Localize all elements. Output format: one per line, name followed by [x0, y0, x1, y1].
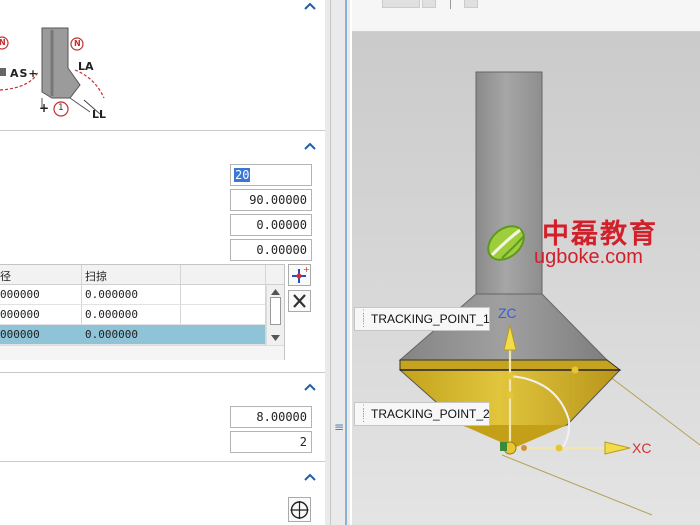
- cell-radius: 000000: [0, 308, 40, 321]
- value-field-4[interactable]: 0.00000: [230, 239, 312, 261]
- axis-label-zc: ZC: [498, 305, 517, 321]
- table-vertical-scrollbar[interactable]: [266, 285, 284, 345]
- value-field-2[interactable]: 90.00000: [230, 189, 312, 211]
- scroll-down-arrow-icon[interactable]: [271, 335, 280, 341]
- table-row[interactable]: 000000 0.000000: [0, 285, 265, 305]
- drag-handle-icon[interactable]: ⋮ ⋮ ⋮: [359, 309, 368, 328]
- n-marker-right: N: [74, 39, 81, 48]
- tip-diameter-field[interactable]: 20: [230, 164, 312, 186]
- section-divider: [0, 130, 325, 131]
- collapse-chevron-up-icon[interactable]: [303, 140, 317, 152]
- splitter-edge: [330, 0, 331, 525]
- table-row-selected[interactable]: 000000 0.000000: [0, 325, 265, 345]
- ll-label: LL: [92, 108, 107, 121]
- add-point-button[interactable]: +: [288, 264, 311, 286]
- axis-label-xc: XC: [632, 440, 652, 456]
- graphics-viewport[interactable]: ⋮ ⋮ ⋮ TRACKING_POINT_1 ⋮ ⋮ ⋮ TRACKING_POINT_…: [352, 0, 700, 525]
- cell-radius: 000000: [0, 328, 40, 341]
- add-point-icon: +: [292, 265, 310, 283]
- cell-radius: 000000: [0, 288, 40, 301]
- collapse-chevron-up-icon[interactable]: [303, 381, 317, 393]
- n-marker-left: N: [0, 38, 6, 47]
- value-field-3[interactable]: 0.00000: [230, 214, 312, 236]
- delete-x-icon: [293, 294, 306, 308]
- tracking-point-1-text: TRACKING_POINT_1: [371, 312, 490, 326]
- la-label: LA: [78, 60, 94, 73]
- section-divider: [0, 372, 325, 373]
- one-marker: 1: [58, 103, 64, 113]
- specify-point-button[interactable]: [288, 497, 311, 522]
- scroll-thumb[interactable]: [270, 297, 281, 325]
- svg-text:+: +: [303, 265, 310, 274]
- table-horizontal-scrollbar[interactable]: [0, 345, 284, 360]
- table-header: 径 扫掠: [0, 265, 284, 285]
- cell-sweep: 0.000000: [85, 288, 138, 301]
- tip-diameter-value: 20: [234, 168, 251, 182]
- section-divider: [0, 461, 325, 462]
- tool-dialog-panel: N N AS+ LA LL + 1 20 90.00000 0.00000 0.…: [0, 0, 325, 525]
- tracking-point-2-label[interactable]: ⋮ ⋮ ⋮ TRACKING_POINT_2: [354, 402, 490, 426]
- tracking-point-2-text: TRACKING_POINT_2: [371, 407, 490, 421]
- panel-splitter[interactable]: ≡: [325, 0, 350, 525]
- splitter-edge: [345, 0, 347, 525]
- column-header-radius: 径: [0, 270, 11, 283]
- value-field-6[interactable]: 2: [230, 431, 312, 453]
- cell-sweep: 0.000000: [85, 308, 138, 321]
- collapse-chevron-up-icon[interactable]: [303, 0, 317, 12]
- drag-handle-icon[interactable]: ⋮ ⋮ ⋮: [359, 404, 368, 423]
- column-header-sweep: 扫掠: [85, 270, 107, 283]
- scroll-up-arrow-icon[interactable]: [271, 289, 280, 295]
- tracking-point-table: 径 扫掠 000000 0.000000 000000 0.000000 000…: [0, 264, 285, 360]
- delete-point-button[interactable]: [288, 290, 311, 312]
- watermark-url: ugboke.com: [534, 246, 643, 268]
- value-field-5[interactable]: 8.00000: [230, 406, 312, 428]
- circle-crosshair-icon: [290, 501, 309, 519]
- tracking-point-1-label[interactable]: ⋮ ⋮ ⋮ TRACKING_POINT_1: [354, 307, 490, 331]
- plus-label: +: [39, 101, 50, 115]
- table-row[interactable]: 000000 0.000000: [0, 305, 265, 325]
- collapse-chevron-up-icon[interactable]: [303, 471, 317, 483]
- cell-sweep: 0.000000: [85, 328, 138, 341]
- splitter-grip-icon[interactable]: ≡: [334, 420, 344, 434]
- as-label: AS+: [10, 67, 39, 80]
